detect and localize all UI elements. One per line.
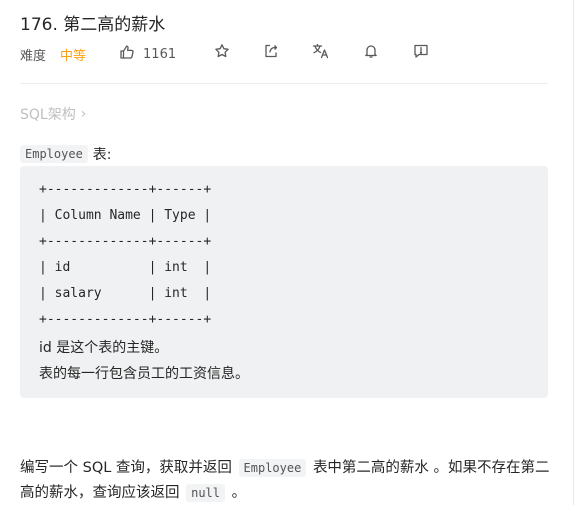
schema-code-block: +-------------+------+ | Column Name | T… [20,166,548,398]
feedback-icon [413,43,429,63]
translate-button[interactable] [312,43,330,63]
schema-note: 表的每一行包含员工的工资信息。 [39,366,249,382]
schema-line: +-------------+------+ [39,182,212,197]
statement-text: 。 [231,485,247,501]
statement-code-employee: Employee [238,459,307,477]
difficulty-label: 难度 [20,48,47,64]
schema-note: id 是这个表的主键。 [39,340,169,356]
star-icon [214,43,230,63]
difficulty-badge: 中等 [60,48,87,64]
chevron-right-icon: › [80,106,87,122]
scrollbar[interactable] [574,0,582,505]
subscribe-button[interactable] [362,44,380,62]
problem-statement: 编写一个 SQL 查询，获取并返回 Employee 表中第二高的薪水 。如果不… [20,456,550,505]
translate-icon [312,43,330,63]
breadcrumb[interactable]: SQL架构 › [20,104,86,124]
breadcrumb-category[interactable]: SQL架构 [20,104,76,124]
like-button[interactable]: 1161 [119,44,176,64]
like-count: 1161 [143,46,177,62]
schema-line: | Column Name | Type | [39,208,212,223]
schema-line: | salary | int | [39,286,212,301]
share-button[interactable] [262,44,280,62]
statement-code-null: null [186,484,226,502]
share-icon [263,43,279,63]
statement-text: 编写一个 SQL 查询，获取并返回 [20,460,232,476]
problem-title: 176. 第二高的薪水 [20,15,166,35]
bell-icon [363,43,379,63]
problem-description-panel: 176. 第二高的薪水 难度 中等 1161 SQL架构 › Employee … [0,0,582,505]
schema-line: +-------------+------+ [39,234,212,249]
schema-line: | id | int | [39,260,212,275]
table-intro: Employee 表: [20,144,112,164]
favorite-button[interactable] [213,44,231,62]
table-intro-suffix: 表: [92,147,112,163]
header-divider [20,83,548,84]
problem-meta: 难度 中等 1161 [20,44,176,64]
table-name-code: Employee [20,145,88,163]
feedback-button[interactable] [412,44,430,62]
thumbs-up-icon [119,44,143,64]
schema-line: +-------------+------+ [39,312,212,327]
